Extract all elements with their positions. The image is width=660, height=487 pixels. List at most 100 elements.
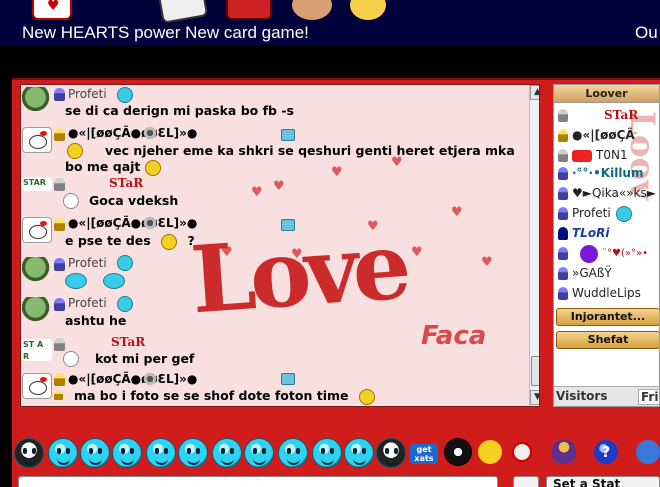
- cyan-smiley-icon: [616, 206, 632, 222]
- avatar[interactable]: ST AR: [22, 339, 52, 361]
- panda-smiley-icon[interactable]: [14, 438, 44, 468]
- user-name: T0N1: [596, 148, 628, 162]
- scroll-thumb[interactable]: [531, 356, 539, 386]
- tab-visitors[interactable]: Visitors: [556, 389, 608, 403]
- sparkle-icon: [139, 212, 161, 234]
- avatar[interactable]: [22, 297, 52, 323]
- user-list-item[interactable]: ♥►Qika«»ks►: [556, 185, 659, 203]
- tab-friends[interactable]: Frie: [638, 389, 659, 405]
- user-name: ¨°♥(»°»•: [602, 248, 649, 259]
- message-text: e pse te des ?: [65, 233, 195, 250]
- love-word-art: Love: [187, 211, 409, 335]
- status-select[interactable]: Set a Stat: [546, 476, 660, 487]
- message-author[interactable]: ●«|[øøÇÃ●øøƐL]»●: [68, 126, 197, 140]
- message-input[interactable]: [18, 476, 498, 487]
- grin-smiley-icon[interactable]: [344, 438, 374, 468]
- rank-icon: [54, 338, 65, 351]
- rank-icon: [558, 207, 568, 220]
- smile-smiley-icon[interactable]: [278, 438, 308, 468]
- hearts-smiley-icon[interactable]: [478, 440, 502, 464]
- user-name: ●«|[øøÇÃ: [572, 128, 635, 142]
- sad-smiley-icon[interactable]: [212, 438, 242, 468]
- rank-icon: [558, 227, 568, 240]
- avatar[interactable]: [22, 87, 52, 113]
- message-text: ma bo i foto se se shof dote foton time: [74, 388, 375, 405]
- message-author[interactable]: Profeti: [68, 87, 107, 101]
- cyan-smiley-icon: [117, 255, 133, 271]
- message-author[interactable]: ●«|[øøÇÃ●øøƐL]»●: [68, 216, 197, 230]
- user-list-item[interactable]: TLoRi: [556, 225, 659, 243]
- user-name: STaR: [604, 108, 639, 122]
- rank-icon: [54, 258, 65, 271]
- message-text: Goca vdeksh: [89, 193, 179, 208]
- users-icon[interactable]: [552, 440, 576, 464]
- squint-smiley-icon[interactable]: [80, 438, 110, 468]
- help-icon[interactable]: ?: [594, 440, 618, 464]
- laughing-smiley-icon: [67, 143, 83, 159]
- user-list-header: Loover: [554, 85, 659, 103]
- user-list-item[interactable]: Profeti: [556, 205, 659, 223]
- rank-icon: [54, 128, 65, 141]
- user-list-item[interactable]: T0N1: [556, 147, 659, 165]
- big-smile-smiley-icon[interactable]: [244, 438, 274, 468]
- user-name: »GAßŸ: [572, 266, 612, 280]
- cyan-smiley-icon: [117, 87, 133, 103]
- block-icon[interactable]: [512, 442, 532, 462]
- message-author[interactable]: STaR: [109, 176, 143, 190]
- home-icon[interactable]: [281, 219, 295, 231]
- message-text-line2: bo me qajt: [65, 159, 141, 174]
- avatar[interactable]: [22, 257, 52, 283]
- user-list-item[interactable]: ·°°·•Killum: [556, 165, 659, 183]
- message-author[interactable]: ●«|[øøÇÃ●øøƐL]»●: [68, 372, 197, 386]
- bear-smiley-icon[interactable]: [376, 438, 406, 468]
- message-author[interactable]: Profeti: [68, 296, 107, 310]
- avatar[interactable]: STAR: [22, 177, 52, 191]
- message-author[interactable]: Profeti: [68, 256, 107, 270]
- rank-icon: [558, 129, 568, 142]
- heart-eyes-smiley-icon[interactable]: [112, 438, 142, 468]
- send-button[interactable]: [513, 476, 539, 487]
- user-list-item[interactable]: ●«|[øøÇÃ: [556, 127, 659, 145]
- shy-smiley-icon[interactable]: [48, 438, 78, 468]
- user-list-item[interactable]: ¨°♥(»°»•: [556, 245, 659, 263]
- user-list-item[interactable]: WuddleLips: [556, 285, 659, 303]
- scroll-up-button[interactable]: ▲: [530, 85, 539, 100]
- get-xats-button[interactable]: get xats: [410, 444, 438, 464]
- sparkle-icon: [139, 122, 161, 144]
- user-list-item[interactable]: »GAßŸ: [556, 265, 659, 283]
- scroll-down-button[interactable]: ▼: [530, 390, 539, 405]
- faca-word-art: Faca: [421, 321, 487, 351]
- top-banner: New HEARTS power New card game! Ou: [0, 0, 660, 46]
- input-row: Set a Stat: [0, 474, 660, 487]
- message-text-body: e pse te des: [65, 233, 151, 248]
- user-name: WuddleLips: [572, 286, 641, 300]
- message-author[interactable]: STaR: [111, 335, 145, 349]
- message-text-continued: bo me qajt: [65, 159, 161, 176]
- avatar[interactable]: [22, 217, 52, 243]
- sparkle-icon: [139, 368, 161, 390]
- banner-text-right[interactable]: Ou: [635, 23, 658, 43]
- chat-messages-area[interactable]: ♥ ♥ ♥ ♥ ♥ ♥ ♥ ♥ ♥ ♥ Love Faca Profeti se…: [20, 84, 540, 407]
- user-list-item[interactable]: STaR: [556, 107, 659, 125]
- thinking-smiley-icon[interactable]: [312, 438, 342, 468]
- rank-icon: [54, 218, 65, 231]
- globe-icon[interactable]: [636, 440, 660, 464]
- chat-scrollbar[interactable]: ▲ ▼: [529, 85, 539, 406]
- rank-icon: [54, 373, 65, 386]
- message-text-body: ma bo i foto se se shof dote foton time: [74, 388, 349, 403]
- avatar[interactable]: [22, 127, 52, 153]
- youtube-icon: [572, 150, 592, 162]
- home-icon[interactable]: [281, 373, 295, 385]
- frown-smiley-icon[interactable]: [178, 438, 208, 468]
- message-text: kot mi per gef: [95, 351, 195, 366]
- eight-ball-icon[interactable]: [444, 438, 472, 466]
- group-shefat-button[interactable]: Shefat: [556, 331, 659, 349]
- message-text: ashtu he: [65, 313, 127, 328]
- banner-text[interactable]: New HEARTS power New card game!: [22, 23, 309, 43]
- user-name: ·°°·•Killum: [572, 166, 644, 180]
- chat-frame: ♥ ♥ ♥ ♥ ♥ ♥ ♥ ♥ ♥ ♥ Love Faca Profeti se…: [12, 78, 660, 487]
- home-icon[interactable]: [281, 129, 295, 141]
- avatar[interactable]: [22, 373, 52, 399]
- group-injorantet-button[interactable]: Injorantet...: [556, 308, 659, 326]
- wink-smiley-icon[interactable]: [146, 438, 176, 468]
